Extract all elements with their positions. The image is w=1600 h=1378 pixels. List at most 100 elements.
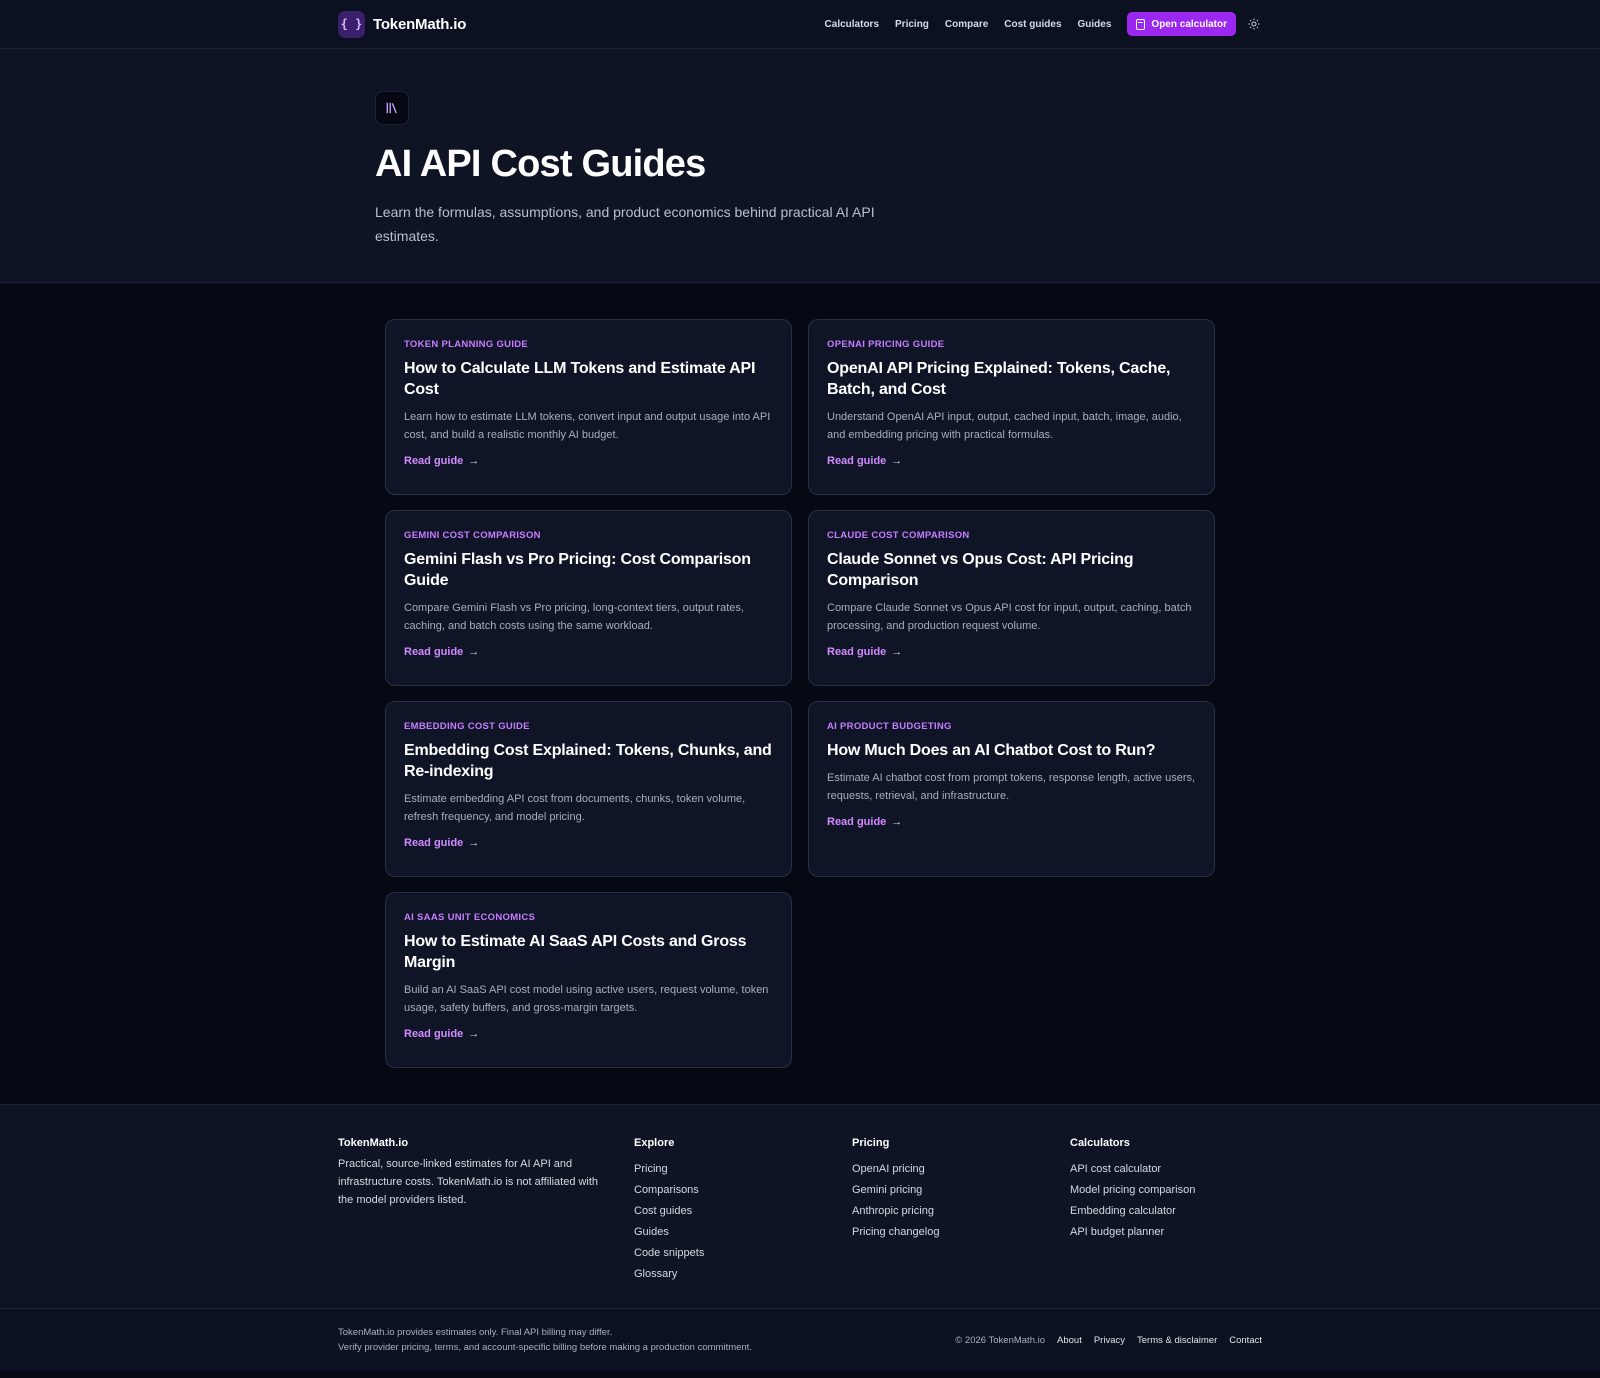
guide-card-grid: TOKEN PLANNING GUIDE How to Calculate LL… bbox=[385, 319, 1215, 1068]
open-calculator-button[interactable]: Open calculator bbox=[1127, 12, 1236, 36]
sun-icon bbox=[1248, 18, 1260, 30]
footer-link-glossary[interactable]: Glossary bbox=[634, 1264, 852, 1285]
footer-link-gemini-pricing[interactable]: Gemini pricing bbox=[852, 1180, 1070, 1201]
guide-card-embedding-cost[interactable]: EMBEDDING COST GUIDE Embedding Cost Expl… bbox=[385, 701, 792, 877]
legal-link-terms[interactable]: Terms & disclaimer bbox=[1137, 1335, 1217, 1346]
copyright-text: © 2026 TokenMath.io bbox=[955, 1334, 1046, 1346]
card-tag: AI PRODUCT BUDGETING bbox=[827, 721, 952, 732]
card-title: Claude Sonnet vs Opus Cost: API Pricing … bbox=[827, 551, 1134, 589]
read-guide-label: Read guide bbox=[827, 646, 887, 658]
read-guide-link[interactable]: Read guide → bbox=[404, 455, 479, 467]
read-guide-link[interactable]: Read guide → bbox=[404, 1028, 479, 1040]
legal-links: © 2026 TokenMath.io About Privacy Terms … bbox=[955, 1335, 1262, 1346]
read-guide-label: Read guide bbox=[404, 1028, 464, 1040]
brand-logo-icon: { } bbox=[338, 10, 365, 38]
footer-column-pricing: Pricing OpenAI pricing Gemini pricing An… bbox=[852, 1137, 1070, 1285]
theme-toggle-button[interactable] bbox=[1246, 16, 1262, 32]
arrow-right-icon: → bbox=[891, 816, 903, 828]
brand-name: TokenMath.io bbox=[373, 15, 467, 33]
card-description: Estimate embedding API cost from documen… bbox=[404, 793, 746, 823]
footer-column-title: Pricing bbox=[852, 1137, 890, 1149]
hero-icon-tile bbox=[375, 91, 409, 125]
footer-link-comparisons[interactable]: Comparisons bbox=[634, 1180, 852, 1201]
footer-brand-column: TokenMath.io Practical, source-linked es… bbox=[338, 1137, 634, 1285]
footer-link-cost-guides[interactable]: Cost guides bbox=[634, 1201, 852, 1222]
disclaimer-line-1: TokenMath.io provides estimates only. Fi… bbox=[338, 1327, 613, 1338]
guide-card-gemini-comparison[interactable]: GEMINI COST COMPARISON Gemini Flash vs P… bbox=[385, 510, 792, 686]
card-description: Build an AI SaaS API cost model using ac… bbox=[404, 984, 769, 1014]
footer-about-text: Practical, source-linked estimates for A… bbox=[338, 1158, 599, 1206]
footer-link-guides[interactable]: Guides bbox=[634, 1222, 852, 1243]
footer-link-api-cost-calculator[interactable]: API cost calculator bbox=[1070, 1159, 1262, 1180]
read-guide-label: Read guide bbox=[404, 455, 464, 467]
read-guide-link[interactable]: Read guide → bbox=[404, 837, 479, 849]
footer-link-openai-pricing[interactable]: OpenAI pricing bbox=[852, 1159, 1070, 1180]
guide-card-chatbot-budgeting[interactable]: AI PRODUCT BUDGETING How Much Does an AI… bbox=[808, 701, 1215, 877]
open-calculator-label: Open calculator bbox=[1151, 18, 1227, 30]
footer-brand-name: TokenMath.io bbox=[338, 1137, 409, 1149]
card-tag: EMBEDDING COST GUIDE bbox=[404, 721, 530, 732]
disclaimer-line-2: Verify provider pricing, terms, and acco… bbox=[338, 1342, 752, 1353]
card-tag: CLAUDE COST COMPARISON bbox=[827, 530, 970, 541]
hero-section: AI API Cost Guides Learn the formulas, a… bbox=[0, 49, 1600, 283]
card-tag: TOKEN PLANNING GUIDE bbox=[404, 339, 529, 350]
read-guide-label: Read guide bbox=[404, 646, 464, 658]
read-guide-link[interactable]: Read guide → bbox=[827, 455, 902, 467]
guide-card-saas-economics[interactable]: AI SAAS UNIT ECONOMICS How to Estimate A… bbox=[385, 892, 792, 1068]
top-navigation: { } TokenMath.io Calculators Pricing Com… bbox=[0, 0, 1600, 49]
footer-column-explore: Explore Pricing Comparisons Cost guides … bbox=[634, 1137, 852, 1285]
footer-link-list: OpenAI pricing Gemini pricing Anthropic … bbox=[852, 1159, 1070, 1243]
footer-bottom-inner: TokenMath.io provides estimates only. Fi… bbox=[338, 1309, 1262, 1371]
calculator-icon bbox=[1136, 18, 1146, 30]
guide-card-claude-comparison[interactable]: CLAUDE COST COMPARISON Claude Sonnet vs … bbox=[808, 510, 1215, 686]
card-tag: AI SAAS UNIT ECONOMICS bbox=[404, 912, 536, 923]
read-guide-label: Read guide bbox=[827, 455, 887, 467]
brand-home-link[interactable]: { } TokenMath.io bbox=[338, 10, 467, 38]
footer-link-anthropic-pricing[interactable]: Anthropic pricing bbox=[852, 1201, 1070, 1222]
nav-link-pricing[interactable]: Pricing bbox=[887, 19, 937, 30]
arrow-right-icon: → bbox=[468, 1028, 480, 1040]
card-title: Embedding Cost Explained: Tokens, Chunks… bbox=[404, 742, 772, 780]
library-icon bbox=[386, 102, 397, 114]
read-guide-label: Read guide bbox=[827, 816, 887, 828]
card-title: How to Estimate AI SaaS API Costs and Gr… bbox=[404, 933, 747, 971]
arrow-right-icon: → bbox=[891, 455, 903, 467]
footer-column-calculators: Calculators API cost calculator Model pr… bbox=[1070, 1137, 1262, 1285]
legal-link-about[interactable]: About bbox=[1057, 1335, 1082, 1346]
footer-link-pricing-changelog[interactable]: Pricing changelog bbox=[852, 1222, 1070, 1243]
arrow-right-icon: → bbox=[891, 646, 903, 658]
footer-link-list: API cost calculator Model pricing compar… bbox=[1070, 1159, 1262, 1243]
nav-links: Calculators Pricing Compare Cost guides … bbox=[817, 12, 1262, 36]
read-guide-label: Read guide bbox=[404, 837, 464, 849]
read-guide-link[interactable]: Read guide → bbox=[404, 646, 479, 658]
card-tag: OPENAI PRICING GUIDE bbox=[827, 339, 945, 350]
footer-columns: TokenMath.io Practical, source-linked es… bbox=[338, 1105, 1262, 1285]
guide-card-openai-pricing[interactable]: OPENAI PRICING GUIDE OpenAI API Pricing … bbox=[808, 319, 1215, 495]
footer-column-title: Calculators bbox=[1070, 1137, 1130, 1149]
card-description: Compare Gemini Flash vs Pro pricing, lon… bbox=[404, 602, 744, 632]
footer-column-title: Explore bbox=[634, 1137, 675, 1149]
nav-link-compare[interactable]: Compare bbox=[937, 19, 996, 30]
card-description: Understand OpenAI API input, output, cac… bbox=[827, 411, 1182, 441]
page-subtitle: Learn the formulas, assumptions, and pro… bbox=[375, 204, 875, 244]
card-description: Learn how to estimate LLM tokens, conver… bbox=[404, 411, 771, 441]
nav-link-calculators[interactable]: Calculators bbox=[817, 19, 887, 30]
read-guide-link[interactable]: Read guide → bbox=[827, 646, 902, 658]
footer-link-code-snippets[interactable]: Code snippets bbox=[634, 1243, 852, 1264]
page-title: AI API Cost Guides bbox=[375, 143, 706, 185]
footer-link-api-budget-planner[interactable]: API budget planner bbox=[1070, 1222, 1262, 1243]
site-footer: TokenMath.io Practical, source-linked es… bbox=[0, 1104, 1600, 1308]
guide-card-token-planning[interactable]: TOKEN PLANNING GUIDE How to Calculate LL… bbox=[385, 319, 792, 495]
footer-link-pricing[interactable]: Pricing bbox=[634, 1159, 852, 1180]
legal-link-privacy[interactable]: Privacy bbox=[1094, 1335, 1125, 1346]
nav-link-cost-guides[interactable]: Cost guides bbox=[996, 19, 1069, 30]
legal-link-contact[interactable]: Contact bbox=[1229, 1335, 1262, 1346]
read-guide-link[interactable]: Read guide → bbox=[827, 816, 902, 828]
arrow-right-icon: → bbox=[468, 455, 480, 467]
card-tag: GEMINI COST COMPARISON bbox=[404, 530, 541, 541]
footer-link-embedding-calculator[interactable]: Embedding calculator bbox=[1070, 1201, 1262, 1222]
card-title: Gemini Flash vs Pro Pricing: Cost Compar… bbox=[404, 551, 751, 589]
nav-link-guides[interactable]: Guides bbox=[1070, 19, 1120, 30]
footer-link-model-pricing-comparison[interactable]: Model pricing comparison bbox=[1070, 1180, 1262, 1201]
top-navigation-inner: { } TokenMath.io Calculators Pricing Com… bbox=[338, 0, 1262, 48]
